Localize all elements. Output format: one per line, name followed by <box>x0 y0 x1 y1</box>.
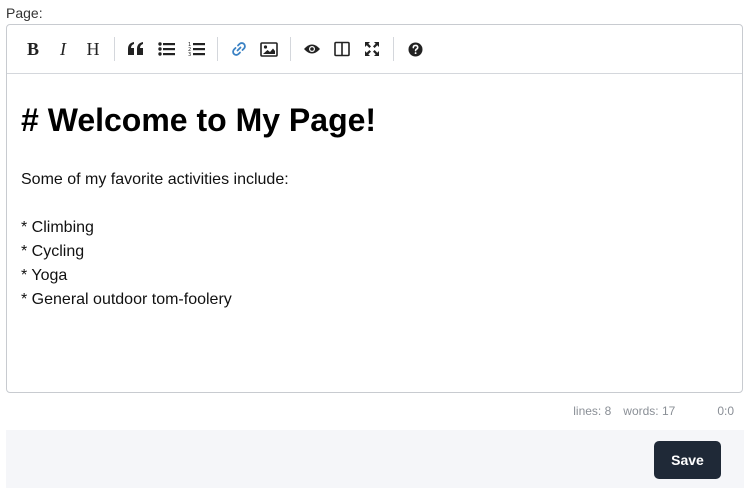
cursor-position: 0:0 <box>717 404 734 418</box>
toolbar-separator <box>393 37 394 61</box>
image-icon <box>260 41 278 57</box>
help-icon <box>408 42 422 56</box>
save-button[interactable]: Save <box>654 441 721 479</box>
link-button[interactable] <box>226 36 252 62</box>
markdown-editor: B I H 1 2 3 # Welcome to My Page! Some o… <box>6 24 743 393</box>
bold-button[interactable]: B <box>20 36 46 62</box>
editor-content[interactable]: # Welcome to My Page! Some of my favorit… <box>7 74 742 312</box>
list-item: * Yoga <box>21 267 68 284</box>
help-button[interactable] <box>402 36 428 62</box>
heading-icon: H <box>86 39 100 59</box>
toolbar-separator <box>290 37 291 61</box>
form-footer: Save <box>6 430 744 488</box>
content-intro: Some of my favorite activities include: <box>21 171 289 188</box>
unordered-list-button[interactable] <box>153 36 179 62</box>
heading-button[interactable]: H <box>80 36 106 62</box>
ordered-list-button[interactable]: 1 2 3 <box>183 36 209 62</box>
content-heading: # Welcome to My Page! <box>21 102 377 138</box>
italic-button[interactable]: I <box>50 36 76 62</box>
toolbar-separator <box>217 37 218 61</box>
quote-icon <box>128 42 143 55</box>
ordered-list-icon: 1 2 3 <box>188 42 205 57</box>
preview-eye-icon <box>304 44 320 54</box>
editor-toolbar: B I H 1 2 3 <box>7 25 742 74</box>
editor-statusbar: lines: 8 words: 17 0:0 <box>561 404 734 418</box>
list-item: * General outdoor tom-foolery <box>21 291 232 308</box>
fullscreen-button[interactable] <box>359 36 385 62</box>
italic-icon: I <box>60 39 66 59</box>
preview-button[interactable] <box>299 36 325 62</box>
list-item: * Climbing <box>21 219 94 236</box>
svg-text:3: 3 <box>188 52 191 57</box>
bold-icon: B <box>26 39 39 59</box>
list-item: * Cycling <box>21 243 85 260</box>
line-count: lines: 8 <box>573 404 612 418</box>
image-button[interactable] <box>256 36 282 62</box>
link-icon <box>232 42 246 56</box>
toolbar-separator <box>114 37 115 61</box>
fullscreen-icon <box>365 42 379 56</box>
unordered-list-icon <box>157 42 175 56</box>
quote-button[interactable] <box>123 36 149 62</box>
side-by-side-button[interactable] <box>329 36 355 62</box>
page-label: Page: <box>6 5 43 21</box>
word-count: words: 17 <box>623 404 676 418</box>
side-by-side-icon <box>334 41 350 57</box>
